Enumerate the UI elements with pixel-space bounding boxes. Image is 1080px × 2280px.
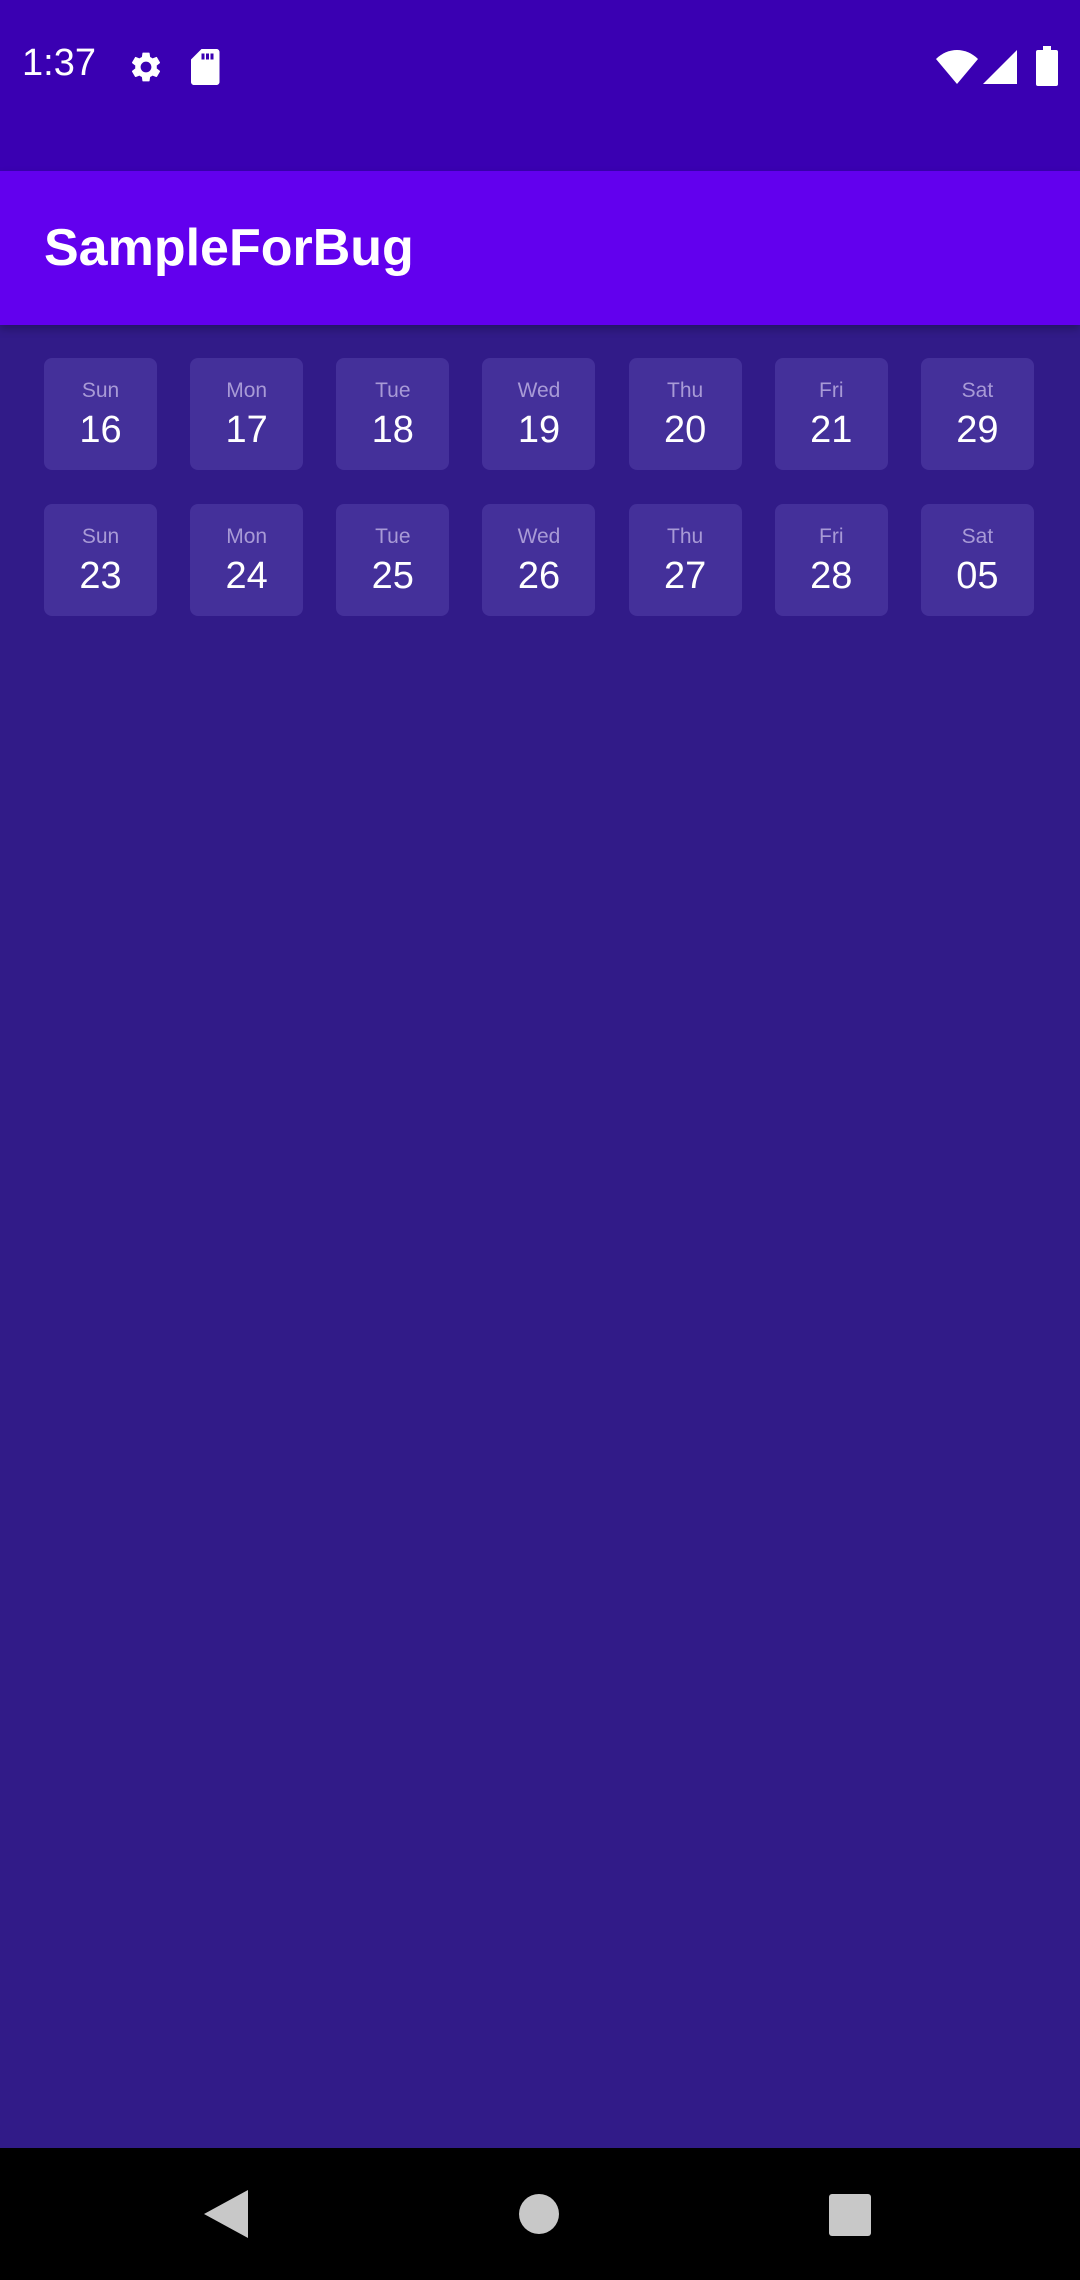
day-number: 24 <box>225 554 268 597</box>
wifi-icon <box>936 50 978 84</box>
day-cell[interactable]: Sat 05 <box>920 504 1034 616</box>
day-name: Wed <box>517 524 561 548</box>
day-cell[interactable]: Wed 26 <box>482 504 596 616</box>
day-cell[interactable]: Thu 27 <box>628 504 742 616</box>
day-number: 19 <box>517 408 561 451</box>
day-number: 17 <box>225 408 268 451</box>
week-row: Sun 23 Mon 24 Tue 25 Wed 26 Thu 27 Fri 2… <box>44 504 1034 616</box>
day-name: Sat <box>961 378 994 402</box>
day-number: 27 <box>663 554 707 597</box>
back-icon[interactable] <box>204 2190 248 2238</box>
day-cell[interactable]: Thu 20 <box>628 358 742 470</box>
day-name: Thu <box>667 524 704 548</box>
status-time: 1:37 <box>22 42 96 84</box>
day-number: 20 <box>663 408 707 451</box>
day-cell[interactable]: Fri 21 <box>774 358 888 470</box>
app-bar: SampleForBug <box>0 171 1080 325</box>
day-number: 05 <box>956 554 999 597</box>
day-number: 23 <box>79 554 122 597</box>
day-cell[interactable]: Sun 16 <box>44 358 157 470</box>
week-row: Sun 16 Mon 17 Tue 18 Wed 19 Thu 20 Fri 2… <box>44 358 1034 470</box>
day-number: 18 <box>371 408 414 451</box>
navigation-bar <box>0 2148 1080 2280</box>
day-number: 16 <box>79 408 122 451</box>
day-cell[interactable]: Tue 25 <box>336 504 450 616</box>
gear-icon <box>131 52 161 82</box>
day-cell[interactable]: Sun 23 <box>44 504 157 616</box>
day-number: 29 <box>956 408 999 451</box>
day-cell[interactable]: Tue 18 <box>336 358 450 470</box>
day-cell[interactable]: Wed 19 <box>482 358 596 470</box>
sd-card-icon <box>191 49 220 85</box>
day-name: Mon <box>226 378 268 402</box>
day-number: 28 <box>810 554 853 597</box>
day-name: Sat <box>961 524 994 548</box>
day-name: Fri <box>819 524 844 548</box>
day-name: Mon <box>226 524 268 548</box>
day-name: Thu <box>667 378 704 402</box>
recents-icon[interactable] <box>829 2194 871 2236</box>
day-name: Tue <box>375 524 411 548</box>
day-number: 25 <box>371 554 414 597</box>
day-name: Sun <box>81 378 120 402</box>
status-bar: 1:37 <box>0 0 1080 171</box>
day-number: 26 <box>517 554 561 597</box>
day-name: Tue <box>375 378 411 402</box>
battery-icon <box>1036 46 1058 86</box>
day-name: Wed <box>517 378 561 402</box>
day-cell[interactable]: Mon 24 <box>190 504 304 616</box>
app-title: SampleForBug <box>44 219 414 277</box>
home-icon[interactable] <box>519 2194 559 2234</box>
day-cell[interactable]: Fri 28 <box>774 504 888 616</box>
day-cell[interactable]: Sat 29 <box>920 358 1034 470</box>
signal-icon <box>983 50 1017 84</box>
calendar-grid: Sun 16 Mon 17 Tue 18 Wed 19 Thu 20 Fri 2… <box>44 358 1034 650</box>
day-number: 21 <box>810 408 853 451</box>
day-name: Fri <box>819 378 844 402</box>
day-name: Sun <box>81 524 120 548</box>
day-cell[interactable]: Mon 17 <box>190 358 304 470</box>
